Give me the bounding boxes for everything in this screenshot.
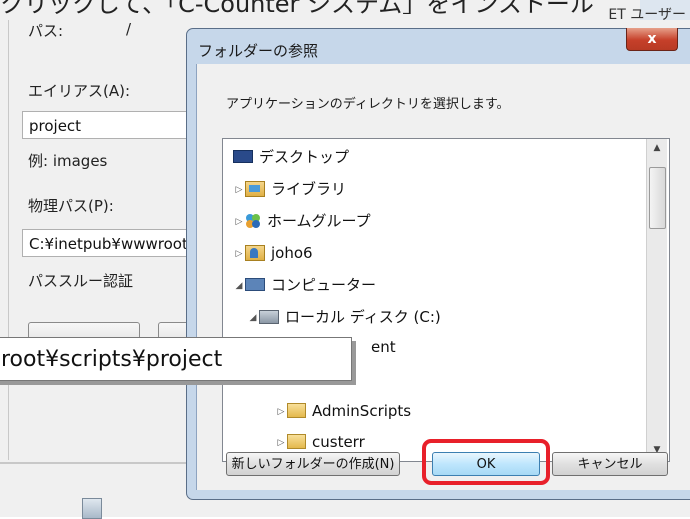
background-right-title: ET ユーザー: [608, 7, 686, 23]
dialog-title: フォルダーの参照: [198, 42, 319, 60]
tree-item-partial[interactable]: ent: [371, 335, 396, 359]
expand-icon[interactable]: ▷: [275, 400, 287, 424]
tree-item-adminscripts[interactable]: ▷ AdminScripts: [275, 399, 412, 424]
scroll-thumb[interactable]: [649, 167, 666, 229]
tree-item-joho6[interactable]: ▷ joho6: [233, 241, 313, 265]
document-icon: [82, 498, 102, 519]
expand-icon[interactable]: ▷: [233, 242, 245, 266]
tree-item-local-disk[interactable]: ◢ ローカル ディスク (C:): [247, 305, 441, 329]
pass-through-auth-label: パススルー認証: [28, 272, 134, 290]
collapse-icon[interactable]: ◢: [233, 274, 245, 298]
path-tooltip: root¥scripts¥project: [0, 337, 352, 381]
page-banner: クリックして、「C-Counter システム」をインストール: [0, 0, 594, 14]
expand-icon[interactable]: ▷: [275, 431, 287, 455]
cancel-button[interactable]: キャンセル: [552, 452, 668, 476]
path-label: パス:: [28, 22, 64, 40]
collapse-icon[interactable]: ◢: [247, 306, 259, 330]
tree-item-desktop[interactable]: デスクトップ: [233, 145, 349, 169]
scroll-up-icon[interactable]: ▲: [647, 139, 667, 157]
example-label: 例: images: [28, 152, 108, 170]
expand-icon[interactable]: ▷: [233, 178, 245, 202]
new-folder-button[interactable]: 新しいフォルダーの作成(N): [226, 452, 400, 476]
physical-path-label: 物理パス(P):: [28, 197, 114, 215]
tree-item-computer[interactable]: ◢ コンピューター: [233, 273, 376, 297]
tree-item-custerr[interactable]: ▷ custerr: [275, 430, 365, 454]
user-folder-icon: [245, 244, 265, 261]
background-divider: [8, 20, 9, 460]
folder-icon: [287, 403, 306, 418]
computer-icon: [245, 278, 265, 291]
folder-icon: [287, 434, 306, 449]
tree-item-library[interactable]: ▷ ライブラリ: [233, 177, 346, 201]
disk-icon: [259, 309, 279, 324]
homegroup-icon: [246, 213, 260, 228]
alias-label: エイリアス(A):: [28, 82, 131, 100]
physical-path-input[interactable]: C:¥inetpub¥wwwroot: [22, 229, 202, 257]
background-separator: [0, 462, 200, 464]
alias-input[interactable]: project: [22, 111, 202, 139]
dialog-description: アプリケーションのディレクトリを選択します。: [226, 97, 510, 112]
library-icon: [245, 180, 265, 197]
close-button[interactable]: x: [626, 28, 678, 51]
tree-scrollbar[interactable]: ▲ ▼: [646, 139, 667, 459]
expand-icon[interactable]: ▷: [233, 210, 245, 234]
ok-highlight-annotation: [422, 439, 550, 485]
tree-item-homegroup[interactable]: ▷ ホームグループ: [233, 209, 371, 233]
folder-tree[interactable]: デスクトップ ▷ ライブラリ ▷ ホームグループ ▷ joho6 ◢ コンピューター ◢…: [222, 138, 670, 462]
path-value: /: [126, 20, 132, 38]
desktop-icon: [233, 150, 253, 163]
